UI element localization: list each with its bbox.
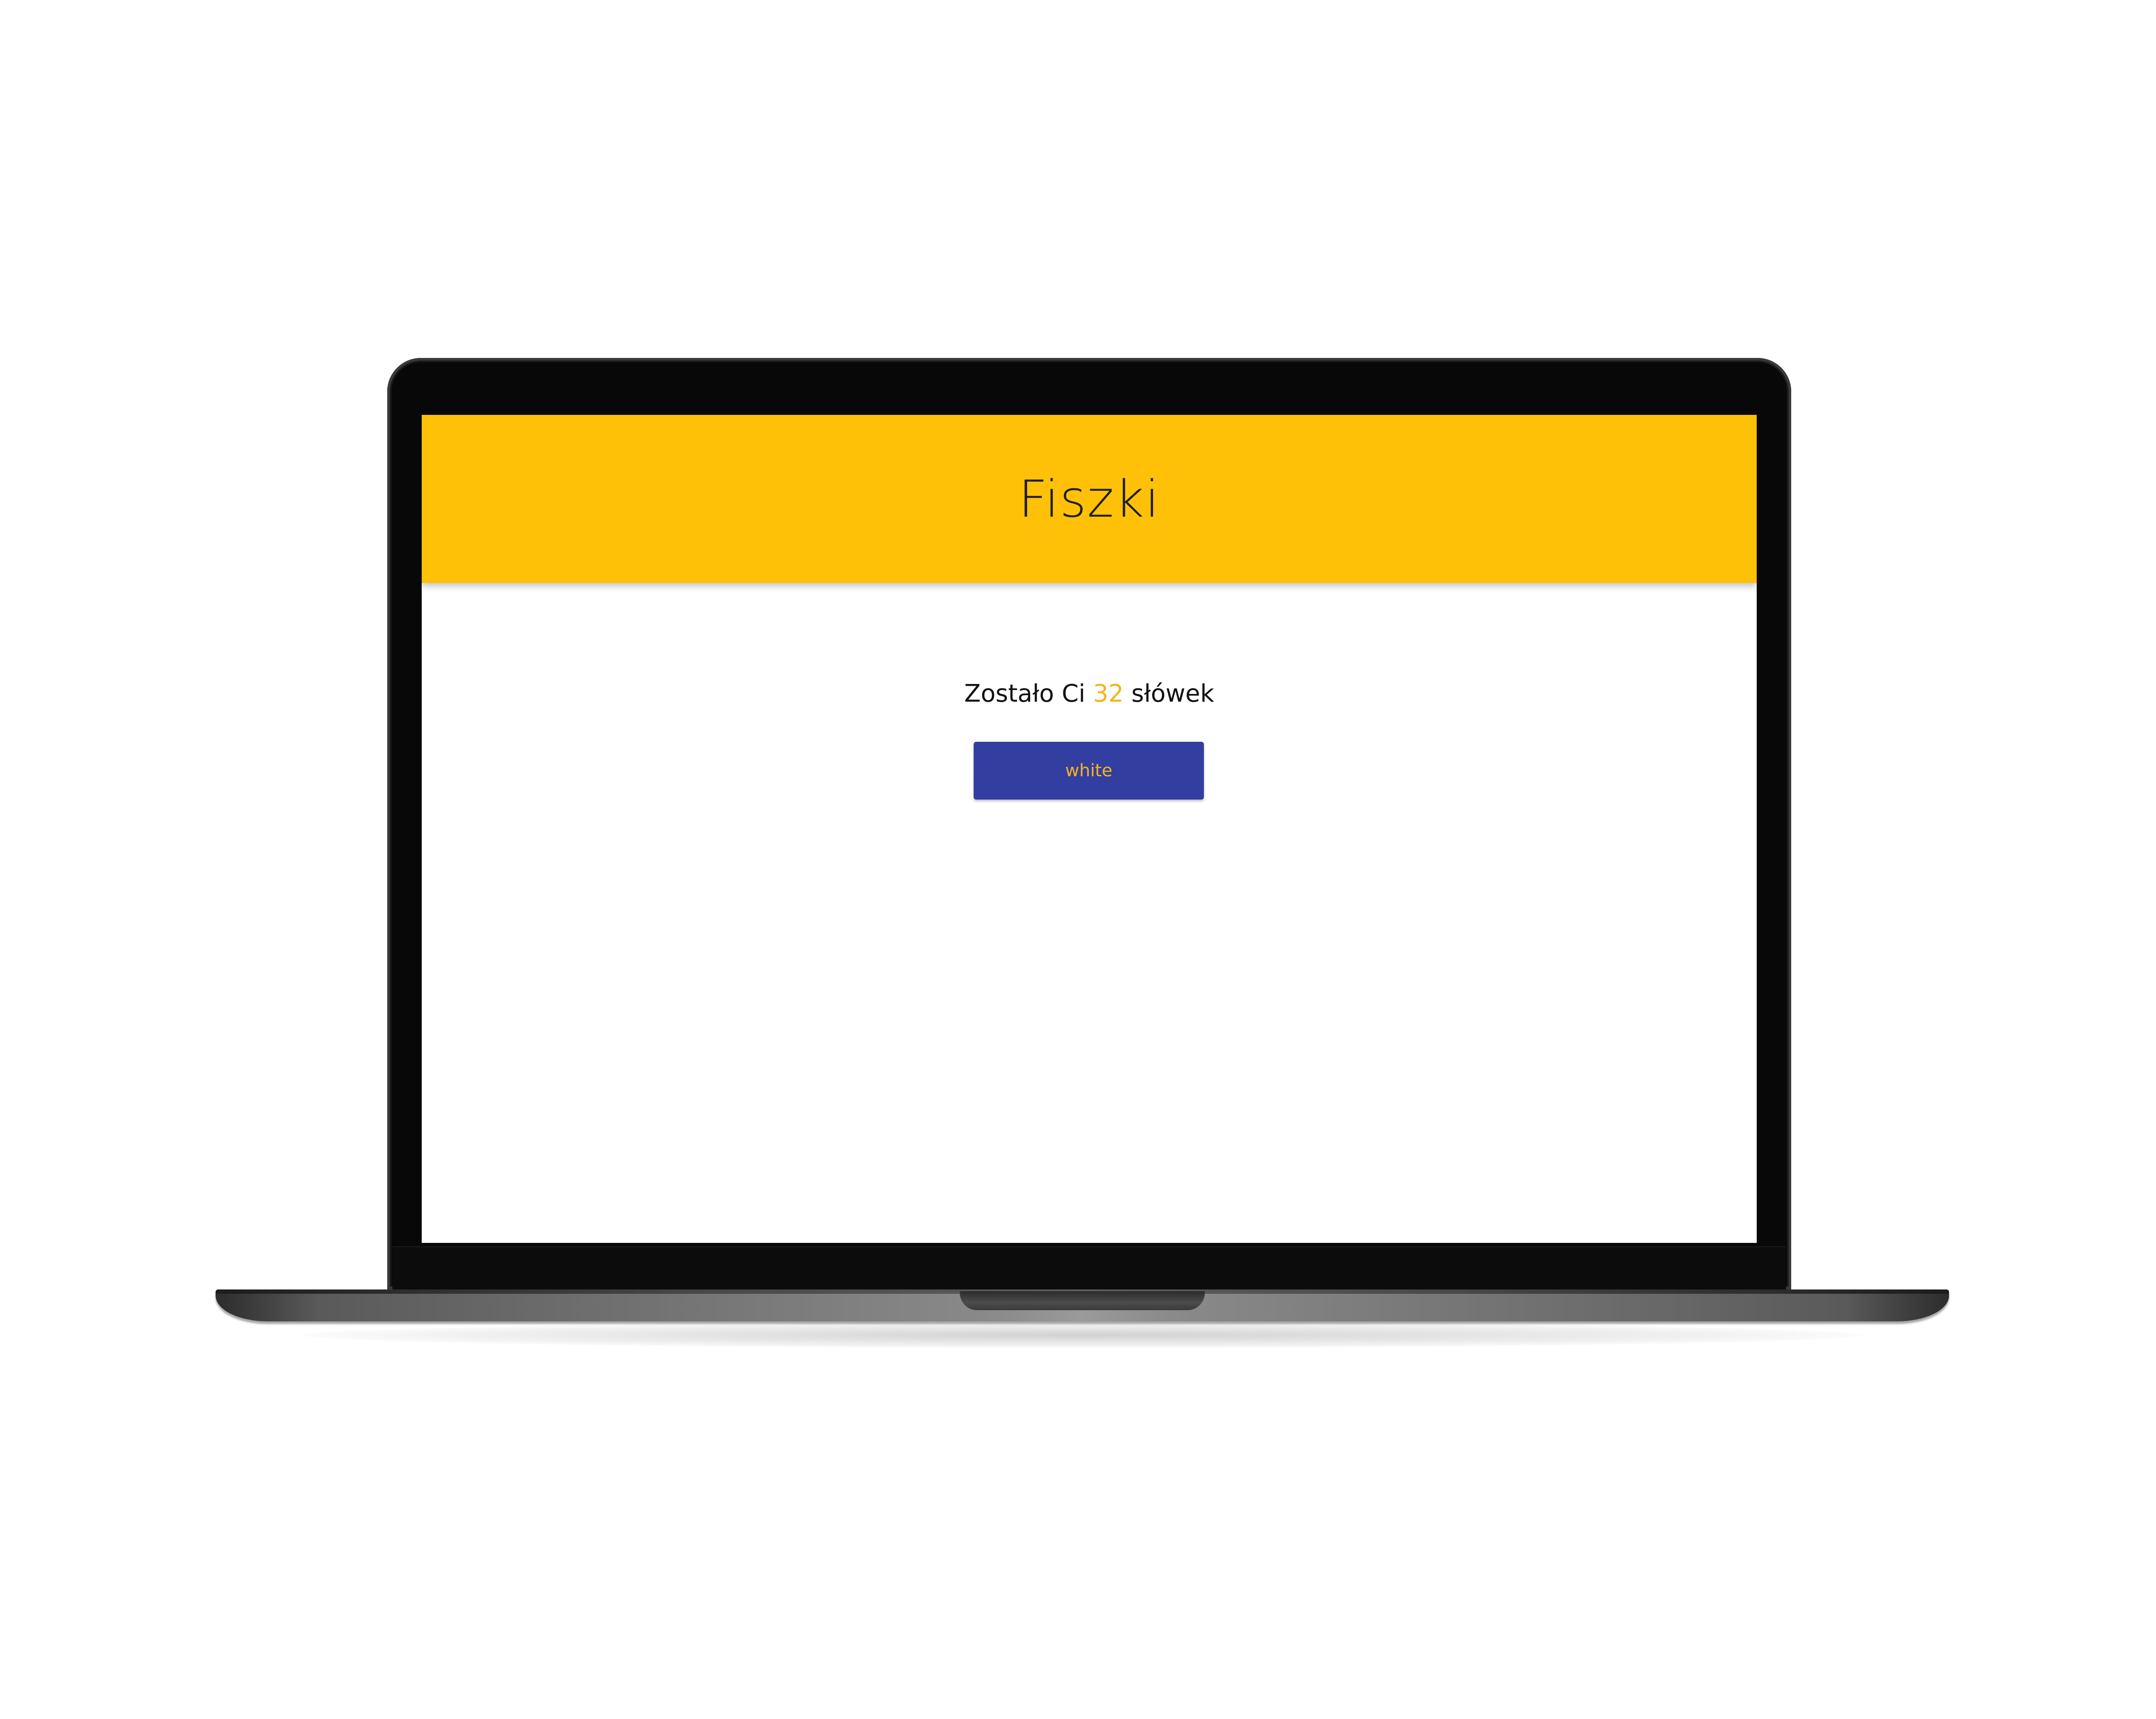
counter-suffix: słówek: [1131, 680, 1214, 708]
counter-prefix: Zostało Ci: [964, 680, 1085, 708]
words-remaining-text: Zostało Ci 32 słówek: [422, 680, 1757, 708]
mockup-stage: Fiszki Zostało Ci 32 słówek white: [0, 0, 2156, 1719]
app-header: Fiszki: [422, 415, 1757, 583]
words-remaining-count: 32: [1093, 680, 1124, 708]
laptop-screen: Fiszki Zostało Ci 32 słówek white: [422, 415, 1757, 1243]
flashcard-word-button[interactable]: white: [974, 742, 1204, 800]
laptop-shadow: [302, 1322, 1863, 1348]
laptop-notch: [960, 1291, 1205, 1310]
app-title: Fiszki: [1018, 469, 1160, 529]
laptop-bezel-bottom: [392, 1246, 1786, 1290]
